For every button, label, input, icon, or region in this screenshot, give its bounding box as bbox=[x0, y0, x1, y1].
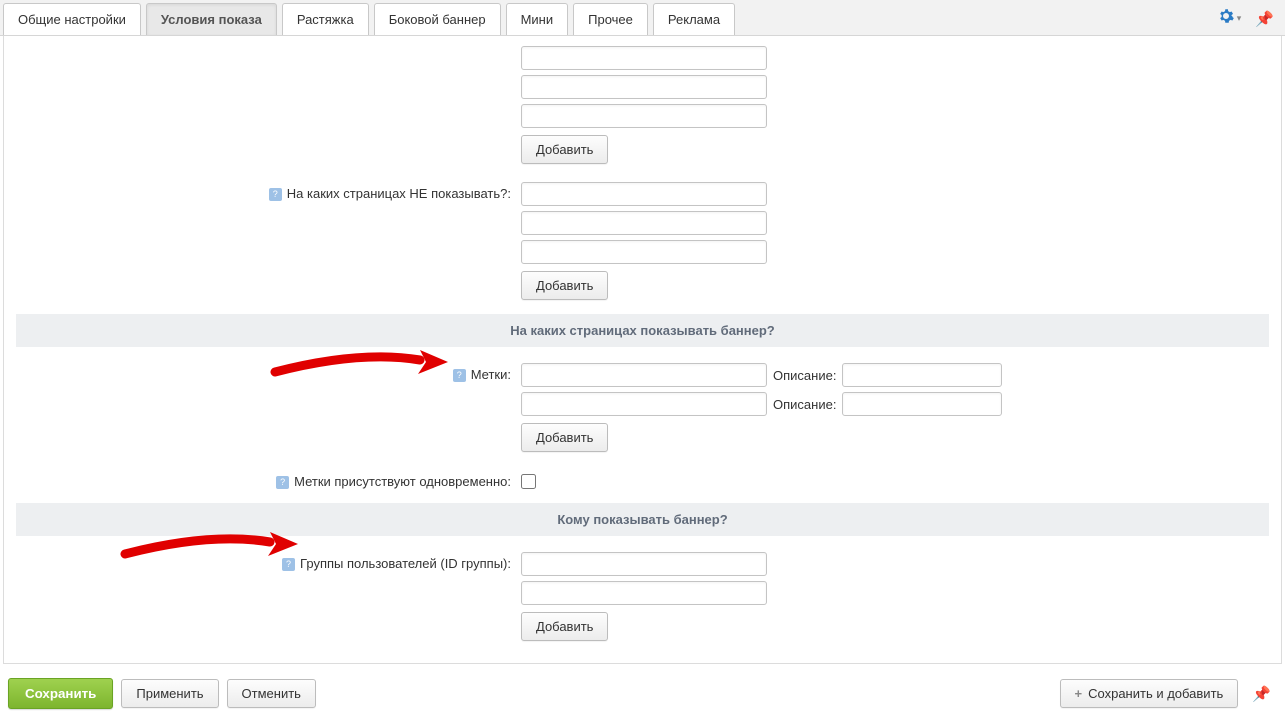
pin-button-footer[interactable]: 📌 bbox=[1246, 685, 1277, 703]
desc-label-2: Описание: bbox=[773, 397, 836, 412]
add-show-pages-button[interactable]: Добавить bbox=[521, 135, 608, 164]
tab-stretch[interactable]: Растяжка bbox=[282, 3, 369, 35]
desc-label-1: Описание: bbox=[773, 368, 836, 383]
tab-mini[interactable]: Мини bbox=[506, 3, 569, 35]
pin-button-top[interactable]: 📌 bbox=[1247, 5, 1282, 33]
pin-icon: 📌 bbox=[1252, 686, 1271, 703]
add-tag-button[interactable]: Добавить bbox=[521, 423, 608, 452]
tab-display-conditions[interactable]: Условия показа bbox=[146, 3, 277, 35]
section-header-pages: На каких страницах показывать баннер? bbox=[16, 314, 1269, 347]
show-pages-input-1[interactable] bbox=[521, 46, 767, 70]
save-and-add-button[interactable]: + Сохранить и добавить bbox=[1060, 679, 1239, 708]
add-user-group-button[interactable]: Добавить bbox=[521, 612, 608, 641]
user-group-input-2[interactable] bbox=[521, 581, 767, 605]
tab-other[interactable]: Прочее bbox=[573, 3, 648, 35]
section-header-who: Кому показывать баннер? bbox=[16, 503, 1269, 536]
dont-show-pages-label: ?На каких страницах НЕ показывать?: bbox=[16, 182, 521, 201]
show-pages-input-3[interactable] bbox=[521, 104, 767, 128]
footer-bar: Сохранить Применить Отменить + Сохранить… bbox=[0, 664, 1285, 723]
add-dont-show-pages-button[interactable]: Добавить bbox=[521, 271, 608, 300]
chevron-down-icon: ▾ bbox=[1237, 13, 1242, 24]
tab-bar: Общие настройки Условия показа Растяжка … bbox=[0, 0, 1285, 36]
form-panel: Добавить ?На каких страницах НЕ показыва… bbox=[3, 36, 1282, 664]
apply-button[interactable]: Применить bbox=[121, 679, 218, 708]
help-icon[interactable]: ? bbox=[276, 476, 289, 489]
tag-input-2[interactable] bbox=[521, 392, 767, 416]
tag-desc-input-2[interactable] bbox=[842, 392, 1002, 416]
plus-icon: + bbox=[1075, 686, 1083, 701]
tags-together-checkbox[interactable] bbox=[521, 474, 536, 489]
help-icon[interactable]: ? bbox=[453, 369, 466, 382]
tab-side-banner[interactable]: Боковой баннер bbox=[374, 3, 501, 35]
user-group-input-1[interactable] bbox=[521, 552, 767, 576]
user-groups-label: ?Группы пользователей (ID группы): bbox=[16, 552, 521, 571]
tag-input-1[interactable] bbox=[521, 363, 767, 387]
help-icon[interactable]: ? bbox=[282, 558, 295, 571]
tab-ads[interactable]: Реклама bbox=[653, 3, 735, 35]
dont-show-pages-input-1[interactable] bbox=[521, 182, 767, 206]
tags-together-label: ?Метки присутствуют одновременно: bbox=[16, 470, 521, 489]
settings-dropdown[interactable]: ▾ bbox=[1212, 3, 1248, 34]
save-button[interactable]: Сохранить bbox=[8, 678, 113, 709]
tag-desc-input-1[interactable] bbox=[842, 363, 1002, 387]
tags-label: ?Метки: bbox=[16, 363, 521, 382]
help-icon[interactable]: ? bbox=[269, 188, 282, 201]
dont-show-pages-input-2[interactable] bbox=[521, 211, 767, 235]
gear-icon bbox=[1218, 8, 1234, 29]
dont-show-pages-input-3[interactable] bbox=[521, 240, 767, 264]
pin-icon: 📌 bbox=[1255, 11, 1274, 28]
cancel-button[interactable]: Отменить bbox=[227, 679, 316, 708]
tab-general[interactable]: Общие настройки bbox=[3, 3, 141, 35]
show-pages-input-2[interactable] bbox=[521, 75, 767, 99]
